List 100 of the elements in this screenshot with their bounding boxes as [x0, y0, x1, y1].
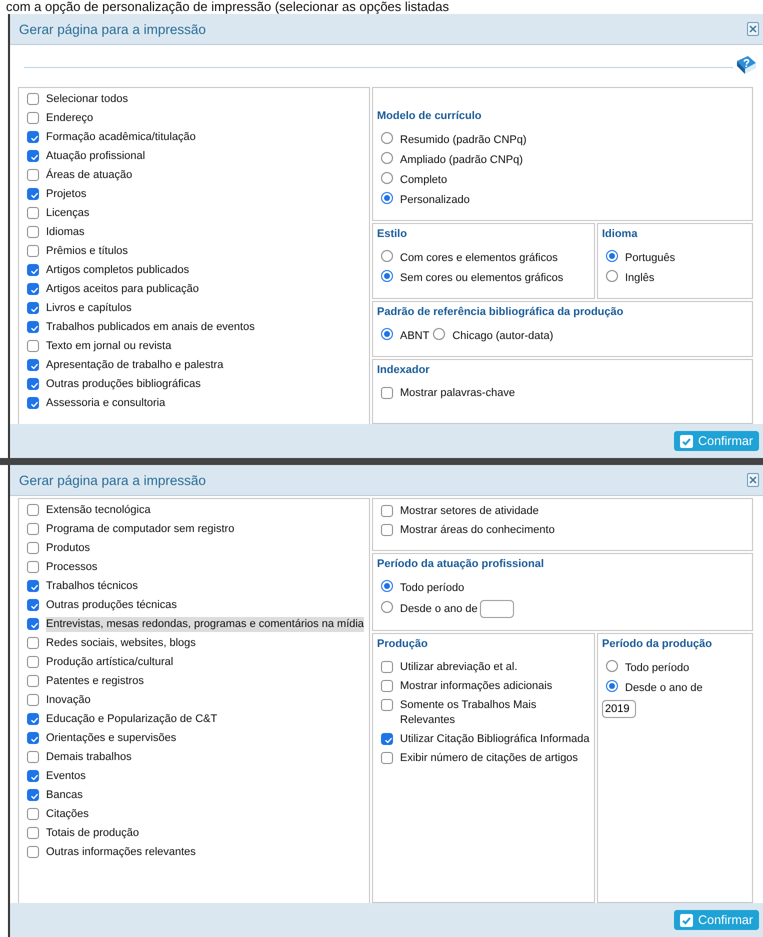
- radio-button[interactable]: [381, 250, 393, 262]
- radio-button[interactable]: [606, 250, 618, 262]
- checkbox[interactable]: [27, 770, 39, 782]
- checkbox[interactable]: [27, 656, 39, 668]
- checkbox[interactable]: [27, 340, 39, 352]
- checkbox[interactable]: [27, 245, 39, 257]
- checkbox-label: Áreas de atuação: [46, 168, 132, 183]
- checkbox[interactable]: [27, 599, 39, 611]
- checkbox[interactable]: [27, 504, 39, 516]
- checkbox[interactable]: [27, 808, 39, 820]
- checkbox-label: Inovação: [46, 693, 91, 708]
- checkbox[interactable]: [381, 680, 393, 692]
- checkbox[interactable]: [27, 93, 39, 105]
- radio-button[interactable]: [433, 328, 446, 340]
- radio-button[interactable]: [381, 580, 393, 592]
- radio-label: Português: [625, 252, 676, 264]
- checkbox[interactable]: [27, 359, 39, 371]
- checkbox[interactable]: [381, 505, 393, 517]
- checkbox[interactable]: [27, 713, 39, 725]
- checkbox[interactable]: [381, 387, 393, 399]
- panel-heading: Período da atuação profissional: [377, 557, 544, 572]
- checkbox-label: Formação acadêmica/titulação: [46, 130, 196, 145]
- radio-button[interactable]: [381, 152, 393, 164]
- checkbox-label: Atuação profissional: [46, 149, 146, 164]
- year-field[interactable]: [480, 600, 514, 618]
- checkbox[interactable]: [381, 524, 393, 536]
- checkbox[interactable]: [27, 378, 39, 390]
- checkbox[interactable]: [27, 207, 39, 219]
- confirm-button[interactable]: Confirmar: [674, 431, 759, 451]
- checkbox[interactable]: [27, 321, 39, 333]
- checkbox[interactable]: [27, 789, 39, 801]
- checkbox[interactable]: [27, 283, 39, 295]
- panel-heading: Estilo: [377, 227, 407, 242]
- close-icon[interactable]: [747, 22, 759, 36]
- checkbox[interactable]: [381, 733, 393, 745]
- checkbox-label: Somente os Trabalhos Mais Relevantes: [400, 698, 538, 728]
- radio-button[interactable]: [381, 172, 393, 184]
- checkbox-label: Programa de computador sem registro: [46, 522, 234, 537]
- checkbox[interactable]: [27, 846, 39, 858]
- checkbox[interactable]: [27, 302, 39, 314]
- checkbox[interactable]: [27, 226, 39, 238]
- checkbox[interactable]: [27, 264, 39, 276]
- confirm-button[interactable]: Confirmar: [674, 910, 759, 930]
- radio-button[interactable]: [381, 132, 393, 144]
- checkbox-label: Educação e Popularização de C&T: [46, 712, 218, 727]
- checkbox-label: Mostrar áreas do conhecimento: [400, 523, 555, 538]
- checkbox[interactable]: [27, 561, 39, 573]
- checkbox[interactable]: [27, 150, 39, 162]
- radio-button[interactable]: [381, 192, 393, 204]
- checkbox-label: Apresentação de trabalho e palestra: [46, 358, 224, 373]
- radio-label: Desde o ano de: [625, 682, 703, 694]
- help-icon[interactable]: [735, 55, 757, 75]
- checkbox[interactable]: [27, 618, 39, 630]
- radio-button[interactable]: [381, 270, 393, 282]
- radio-label: Personalizado: [400, 194, 470, 206]
- radio-label: Sem cores ou elementos gráficos: [400, 272, 564, 284]
- checkbox-label: Outras produções bibliográficas: [46, 377, 201, 392]
- checkbox-label: Extensão tecnológica: [46, 503, 151, 518]
- checkbox-label: Livros e capítulos: [46, 301, 132, 316]
- checkbox[interactable]: [27, 694, 39, 706]
- checkbox[interactable]: [27, 523, 39, 535]
- radio-button[interactable]: [606, 270, 618, 282]
- checkbox[interactable]: [27, 675, 39, 687]
- radio-button[interactable]: [606, 660, 618, 672]
- checkbox[interactable]: [27, 397, 39, 409]
- radio-label: Todo período: [625, 662, 690, 674]
- checkbox-label: Produção artística/cultural: [46, 655, 174, 670]
- close-icon[interactable]: [747, 473, 759, 487]
- checkbox-label: Exibir número de citações de artigos: [400, 751, 578, 766]
- checkbox-label: Processos: [46, 560, 98, 575]
- checkbox-label: Entrevistas, mesas redondas, programas e comentários na mídia: [46, 617, 364, 632]
- radio-button[interactable]: [381, 600, 393, 613]
- radio-label: Desde o ano de: [400, 602, 478, 615]
- checkbox[interactable]: [381, 661, 393, 673]
- checkbox-label: Demais trabalhos: [46, 750, 132, 765]
- checkbox[interactable]: [27, 732, 39, 744]
- checkbox[interactable]: [27, 169, 39, 181]
- checkbox[interactable]: [27, 580, 39, 592]
- year-field[interactable]: 2019: [602, 700, 636, 718]
- checkbox[interactable]: [381, 699, 393, 711]
- checkbox[interactable]: [27, 131, 39, 143]
- panel-heading: Período da produção: [602, 637, 712, 652]
- radio-button[interactable]: [606, 680, 618, 692]
- checkbox-label: Idiomas: [46, 225, 85, 240]
- checkbox[interactable]: [27, 827, 39, 839]
- radio-label: Ampliado (padrão CNPq): [400, 154, 523, 166]
- checkbox-label: Endereço: [46, 111, 94, 126]
- checkbox-label: Eventos: [46, 769, 86, 784]
- checkbox-label: Redes sociais, websites, blogs: [46, 636, 196, 651]
- check-icon: [680, 434, 694, 448]
- panel-heading: Indexador: [377, 363, 430, 378]
- checkbox-label: Produtos: [46, 541, 90, 556]
- checkbox[interactable]: [27, 112, 39, 124]
- checkbox[interactable]: [27, 637, 39, 649]
- checkbox[interactable]: [27, 188, 39, 200]
- checkbox[interactable]: [27, 542, 39, 554]
- checkbox[interactable]: [381, 752, 393, 764]
- dialog-title: Gerar página para a impressão: [19, 472, 206, 488]
- radio-button[interactable]: [381, 328, 393, 340]
- checkbox[interactable]: [27, 751, 39, 763]
